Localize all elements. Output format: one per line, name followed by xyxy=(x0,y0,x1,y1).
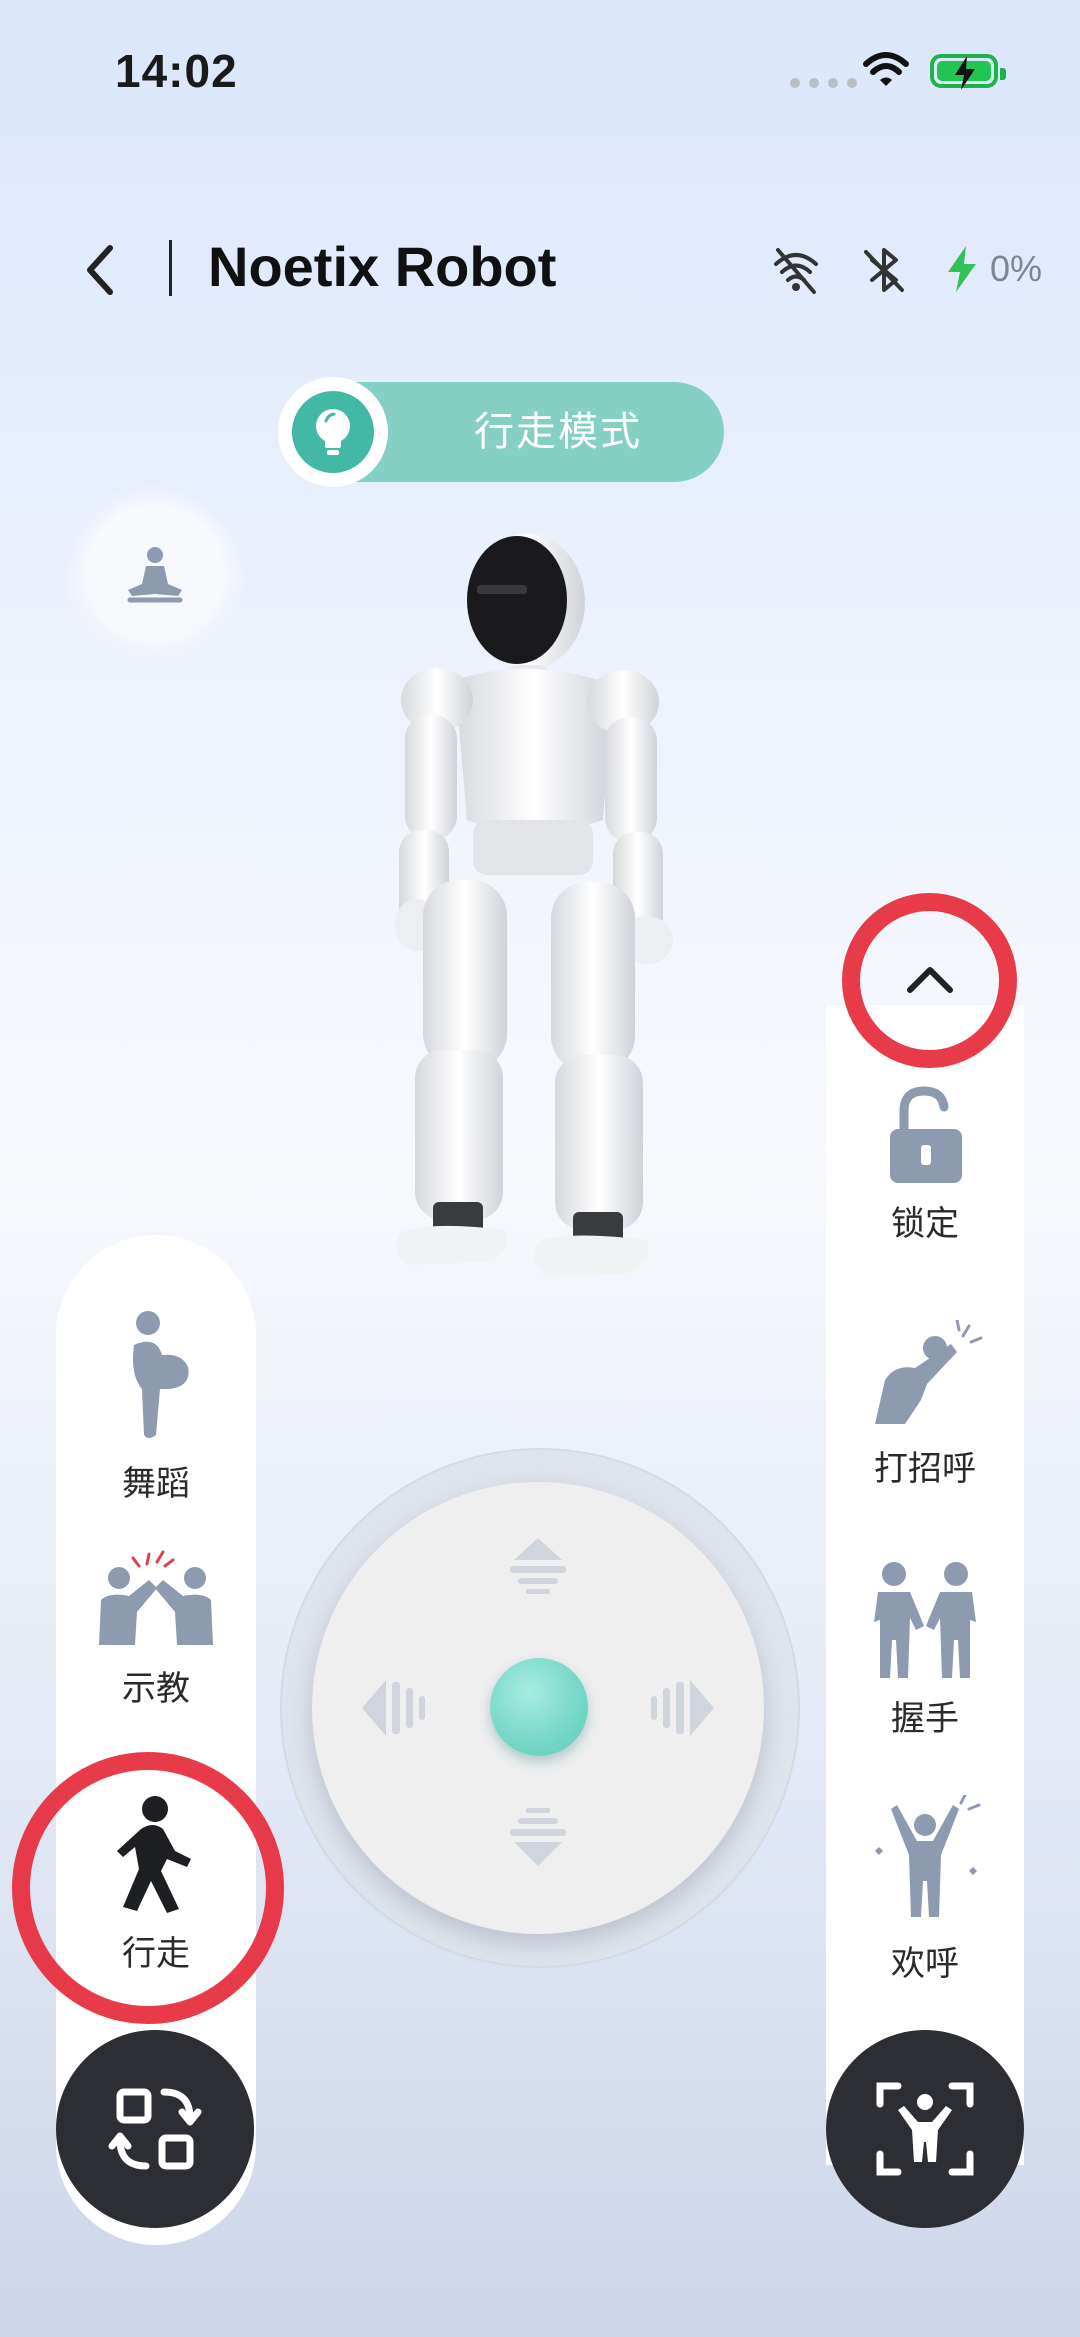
teach-icon xyxy=(99,1550,213,1645)
arrow-up-icon xyxy=(510,1538,566,1594)
switch-mode-button[interactable] xyxy=(56,2030,254,2228)
menu-item-handshake[interactable]: 握手 xyxy=(825,1560,1025,1740)
bluetooth-off-icon xyxy=(858,244,910,301)
wave-icon xyxy=(875,1318,983,1424)
status-time: 14:02 xyxy=(115,45,238,97)
arrow-left-icon xyxy=(362,1680,425,1736)
switch-icon xyxy=(108,2088,202,2170)
mode-label: 行走模式 xyxy=(474,410,642,454)
lightbulb-icon xyxy=(292,391,374,473)
chevron-up-icon xyxy=(907,967,953,993)
back-button[interactable] xyxy=(80,242,120,303)
mode-indicator[interactable] xyxy=(278,377,388,487)
dance-icon xyxy=(133,1311,189,1438)
wifi-status-icon xyxy=(862,50,910,95)
menu-item-cheer[interactable]: 欢呼 xyxy=(825,1793,1025,1985)
menu-item-walk[interactable]: 行走 xyxy=(56,1795,256,1975)
scan-person-icon xyxy=(876,2082,974,2176)
joystick-knob[interactable] xyxy=(490,1658,588,1756)
lock-icon xyxy=(890,1086,962,1183)
menu-item-dance[interactable]: 舞蹈 xyxy=(56,1305,256,1505)
cheer-icon xyxy=(875,1793,981,1917)
expand-button[interactable] xyxy=(880,930,980,1030)
menu-item-teach[interactable]: 示教 xyxy=(56,1550,256,1710)
handshake-icon xyxy=(874,1562,976,1678)
cellular-signal-icon xyxy=(790,78,857,88)
header-divider xyxy=(169,240,172,296)
menu-item-lock[interactable]: 锁定 xyxy=(825,1085,1025,1245)
wifi-off-icon xyxy=(770,244,822,301)
robot-model-image xyxy=(385,530,685,1305)
arrow-down-icon xyxy=(510,1808,566,1866)
body-tracking-button[interactable] xyxy=(826,2030,1024,2228)
page-title: Noetix Robot xyxy=(208,235,557,298)
arrow-right-icon xyxy=(651,1680,714,1736)
menu-item-wave[interactable]: 打招呼 xyxy=(825,1318,1025,1490)
robot-battery-percent: 0% xyxy=(990,248,1043,289)
meditate-button[interactable] xyxy=(90,510,220,640)
walk-icon xyxy=(117,1796,191,1913)
meditate-icon xyxy=(127,547,183,603)
charging-icon xyxy=(945,246,979,297)
battery-status-icon xyxy=(930,54,1006,90)
